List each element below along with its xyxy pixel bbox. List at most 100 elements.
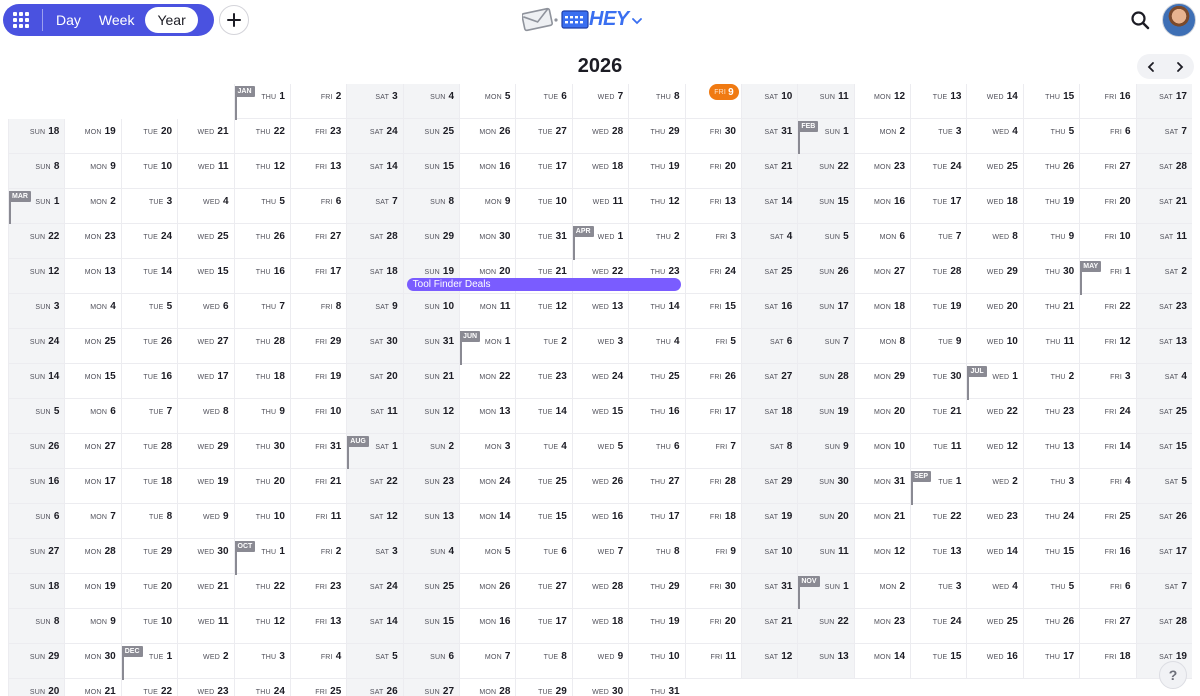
day-cell[interactable]: FRI 12 [1079, 329, 1136, 364]
day-cell[interactable]: SUN 14 [8, 364, 65, 399]
day-cell[interactable]: SUN 25 [402, 119, 460, 154]
day-cell[interactable]: FRI 9 [684, 539, 741, 574]
day-cell[interactable]: TUE 7 [120, 399, 178, 434]
day-cell[interactable]: MON 27 [64, 434, 121, 469]
day-cell[interactable]: TUE 1 DEC [120, 644, 178, 680]
day-cell[interactable]: TUE 2 [515, 329, 572, 364]
day-cell[interactable]: SUN 26 [797, 259, 854, 294]
day-cell[interactable]: TUE 25 [515, 469, 572, 504]
day-cell[interactable]: SUN 5 [8, 399, 65, 434]
day-cell[interactable]: FRI 13 [289, 154, 347, 189]
day-cell[interactable]: TUE 14 [120, 259, 178, 294]
day-cell[interactable]: SUN 26 [8, 434, 65, 469]
day-cell[interactable]: FRI 15 [684, 294, 741, 329]
day-cell[interactable]: TUE 8 [515, 644, 572, 679]
day-cell[interactable]: SAT 23 [1135, 294, 1192, 329]
day-cell[interactable]: FRI 3 [1079, 364, 1136, 399]
day-cell[interactable]: THU 24 [1022, 504, 1080, 539]
day-cell[interactable]: TUE 6 [515, 84, 572, 119]
day-cell[interactable]: SAT 18 [740, 399, 798, 434]
day-cell[interactable]: SUN 4 [402, 539, 460, 574]
day-cell[interactable]: SAT 1 AUG [346, 434, 403, 470]
day-cell[interactable]: THU 28 [233, 329, 290, 364]
day-cell[interactable]: THU 27 [628, 469, 685, 504]
day-cell[interactable]: FRI 23 [289, 119, 347, 154]
day-cell[interactable]: FRI 24 [684, 259, 741, 294]
day-cell[interactable]: SAT 26 [1135, 504, 1192, 539]
day-cell[interactable]: TUE 3 [910, 574, 967, 609]
day-cell[interactable]: FRI 4 [1079, 469, 1136, 504]
day-cell[interactable]: THU 15 [1022, 84, 1080, 119]
day-cell[interactable]: MON 12 [853, 84, 911, 119]
day-cell[interactable]: WED 21 [177, 119, 234, 154]
day-cell[interactable]: TUE 15 [515, 504, 572, 539]
day-cell[interactable]: MON 5 [459, 539, 516, 574]
day-cell[interactable]: MON 21 [853, 504, 911, 539]
day-cell[interactable]: WED 14 [966, 84, 1023, 119]
day-cell[interactable]: FRI 30 [684, 119, 741, 154]
day-cell[interactable]: THU 14 [628, 294, 685, 329]
day-cell[interactable]: TUE 22 [910, 504, 967, 539]
day-cell[interactable]: SAT 7 [1135, 119, 1192, 154]
day-cell[interactable]: WED 18 [571, 154, 629, 189]
day-cell[interactable]: THU 1 JAN [233, 84, 290, 120]
day-cell[interactable]: SUN 8 [8, 154, 65, 189]
day-cell[interactable]: SAT 27 [740, 364, 798, 399]
day-cell[interactable]: FRI 30 [684, 574, 741, 609]
day-cell[interactable]: SUN 22 [8, 224, 65, 259]
day-cell[interactable]: SUN 1 FEB [797, 119, 854, 155]
day-cell[interactable]: THU 10 [628, 644, 685, 679]
day-cell[interactable]: SAT 29 [740, 469, 798, 504]
day-cell[interactable]: TUE 28 [910, 259, 967, 294]
day-cell[interactable]: MON 16 [853, 189, 911, 224]
day-cell[interactable]: TUE 29 [120, 539, 178, 574]
hey-calendar-logo[interactable]: HEY [522, 5, 644, 33]
day-cell[interactable]: WED 3 [571, 329, 629, 364]
day-cell[interactable]: MON 14 [853, 644, 911, 679]
day-cell[interactable]: SUN 29 [402, 224, 460, 259]
day-cell[interactable]: THU 12 [628, 189, 685, 224]
day-cell[interactable]: SAT 22 [346, 469, 403, 504]
day-cell[interactable]: SUN 1 MAR [8, 189, 65, 225]
day-cell[interactable]: FRI 29 [289, 329, 347, 364]
day-cell[interactable]: TUE 23 [515, 364, 572, 399]
day-cell[interactable]: MON 7 [459, 644, 516, 679]
day-cell[interactable]: WED 21 [177, 574, 234, 609]
day-cell[interactable]: THU 30 [233, 434, 290, 469]
day-cell[interactable]: SUN 3 [8, 294, 65, 329]
day-cell[interactable]: FRI 4 [289, 644, 347, 679]
day-cell[interactable]: WED 15 [177, 259, 234, 294]
day-cell[interactable]: WED 16 [571, 504, 629, 539]
day-cell[interactable]: WED 14 [966, 539, 1023, 574]
day-cell[interactable]: FRI 21 [289, 469, 347, 504]
day-cell[interactable]: TUE 31 [515, 224, 572, 259]
day-cell[interactable]: SAT 12 [740, 644, 798, 679]
day-cell[interactable]: FRI 6 [289, 189, 347, 224]
day-cell[interactable]: WED 10 [966, 329, 1023, 364]
day-cell[interactable]: MON 23 [853, 609, 911, 644]
day-cell[interactable]: TUE 21 [910, 399, 967, 434]
day-cell[interactable]: WED 7 [571, 84, 629, 119]
day-cell[interactable]: THU 24 [233, 679, 290, 696]
day-cell[interactable]: WED 11 [177, 154, 234, 189]
day-cell[interactable]: THU 9 [233, 399, 290, 434]
day-cell[interactable]: THU 21 [1022, 294, 1080, 329]
day-cell[interactable]: MON 16 [459, 154, 516, 189]
day-cell[interactable]: WED 2 [966, 469, 1023, 504]
day-cell[interactable]: FRI 17 [684, 399, 741, 434]
day-cell[interactable]: WED 9 [571, 644, 629, 679]
day-cell[interactable]: THU 20 [233, 469, 290, 504]
day-cell[interactable]: FRI 13 [684, 189, 741, 224]
day-cell[interactable]: SUN 17 [797, 294, 854, 329]
day-cell[interactable]: TUE 13 [910, 84, 967, 119]
day-cell[interactable]: THU 12 [233, 154, 290, 189]
day-cell[interactable]: THU 6 [628, 434, 685, 469]
day-cell[interactable]: FRI 8 [289, 294, 347, 329]
day-cell[interactable]: SUN 1 NOV [797, 574, 854, 610]
day-cell[interactable]: WED 28 [571, 119, 629, 154]
day-cell[interactable]: TUE 12 [515, 294, 572, 329]
day-cell[interactable]: THU 26 [1022, 154, 1080, 189]
day-cell[interactable]: THU 30 [1022, 259, 1080, 294]
day-cell[interactable]: MON 6 [64, 399, 121, 434]
day-cell[interactable]: SUN 19 [797, 399, 854, 434]
